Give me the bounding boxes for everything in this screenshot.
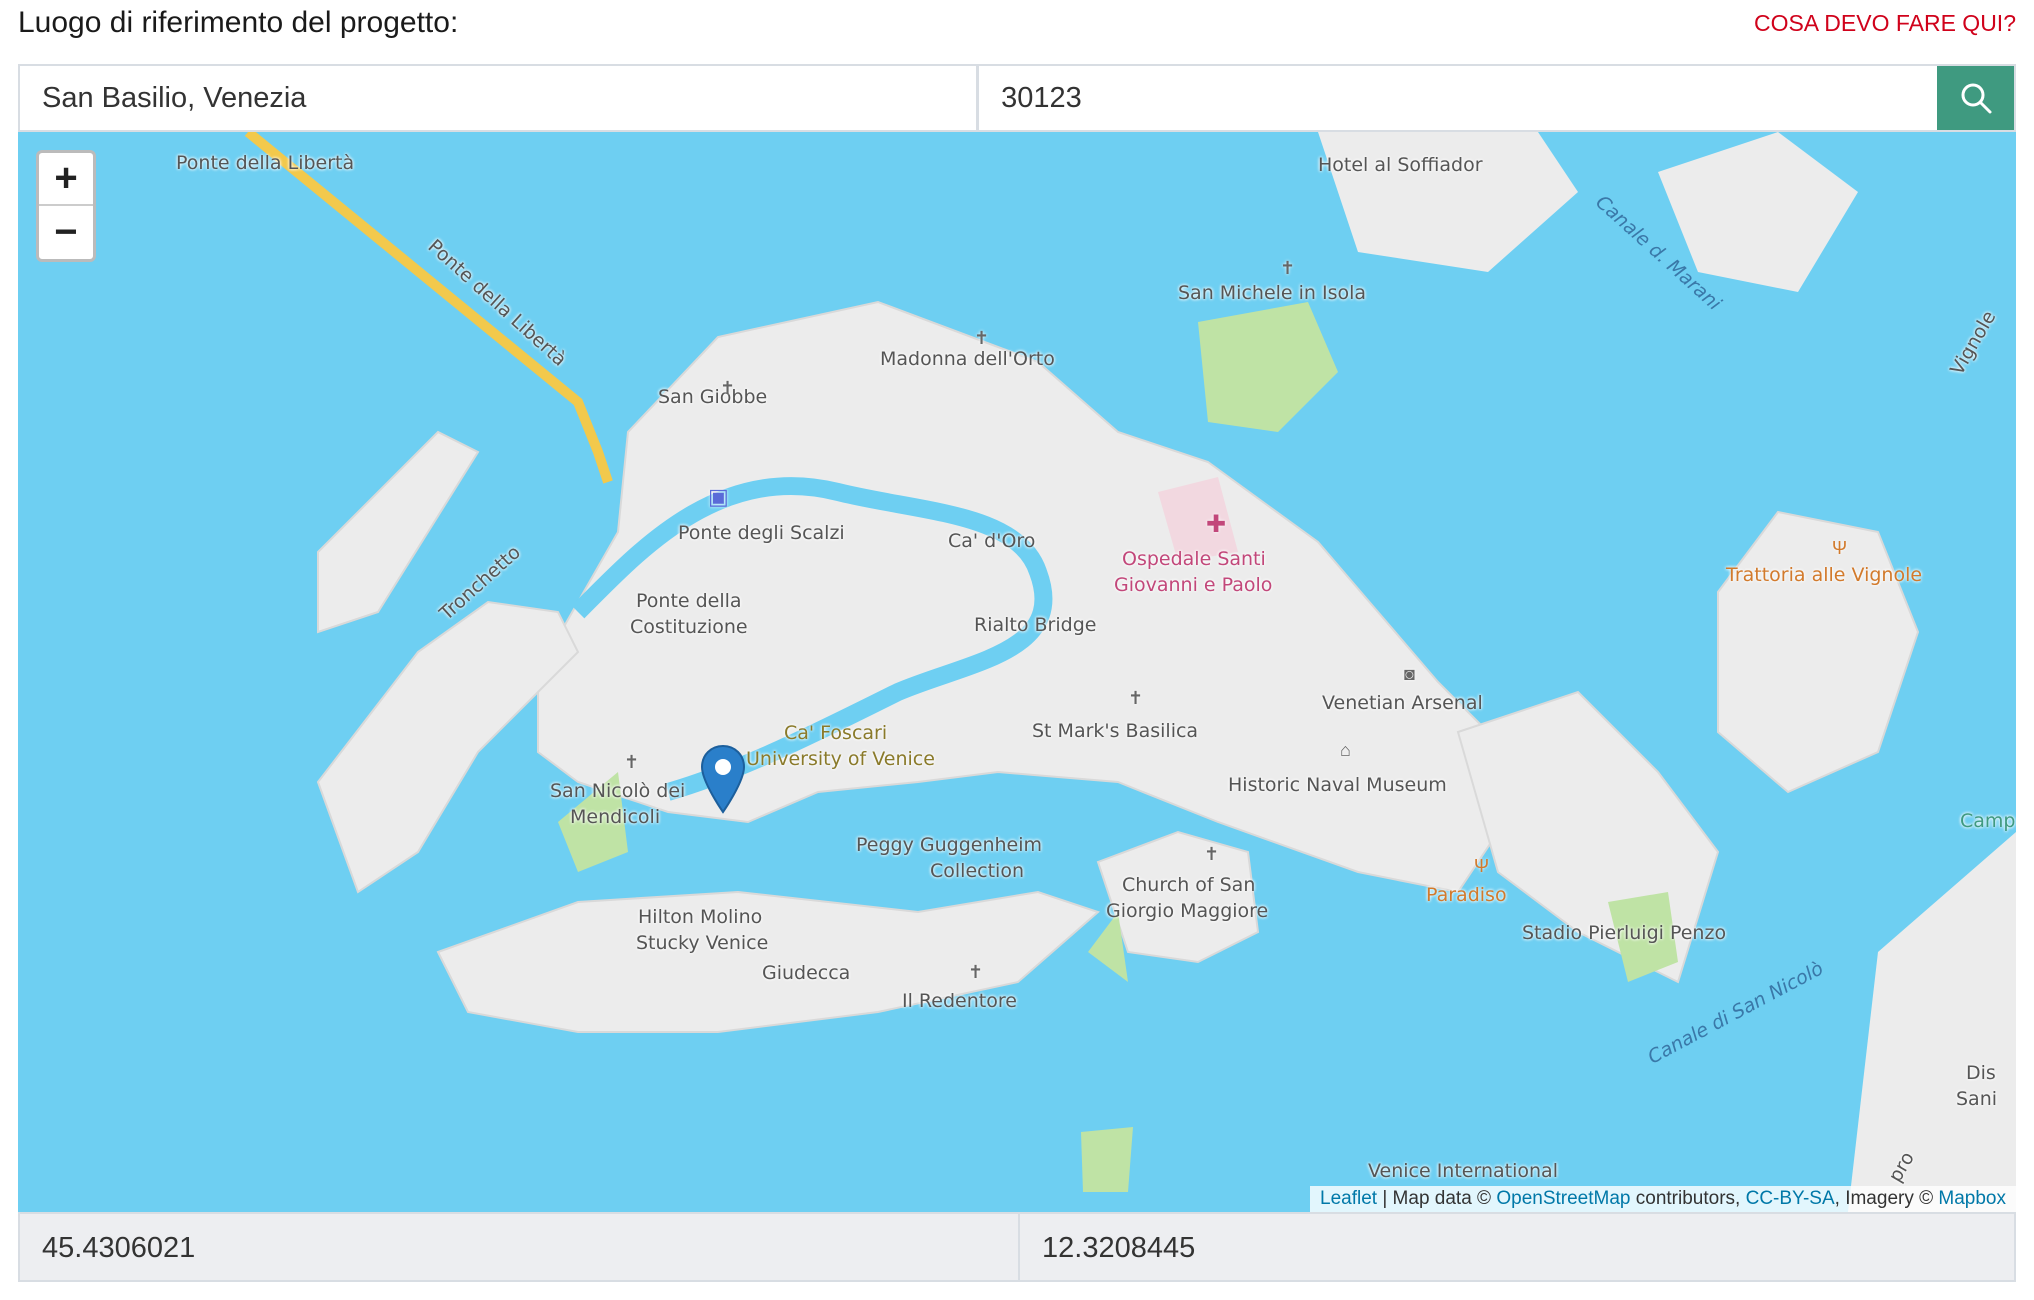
map-label: Hotel al Soffiador	[1318, 154, 1483, 176]
map-label: Il Redentore	[902, 990, 1017, 1012]
map-label: Giovanni e Paolo	[1114, 574, 1273, 596]
train-station-icon: ▣	[708, 484, 729, 509]
zip-code-input[interactable]	[979, 66, 1938, 130]
help-link[interactable]: COSA DEVO FARE QUI?	[1754, 10, 2016, 37]
church-icon: ✝	[1128, 688, 1144, 708]
map-label: Church of San	[1122, 874, 1256, 896]
map-label: San Nicolò dei	[550, 780, 686, 802]
map-label: Ponte della Libertà	[176, 152, 355, 174]
openstreetmap-link[interactable]: OpenStreetMap	[1496, 1188, 1630, 1209]
attribution-text: , Imagery ©	[1834, 1188, 1939, 1209]
latitude-field: 45.4306021	[20, 1214, 1020, 1280]
church-icon: ✝	[1280, 258, 1296, 278]
location-marker[interactable]	[700, 744, 746, 819]
map-label: Sani	[1956, 1088, 1998, 1110]
restaurant-icon: Ψ	[1832, 538, 1848, 558]
location-search-bar	[18, 64, 2016, 132]
zoom-control: + −	[36, 150, 96, 262]
map-label: Ca' Foscari	[784, 722, 888, 744]
map-label: Ospedale Santi	[1122, 548, 1266, 570]
map-label: Peggy Guggenheim	[856, 834, 1043, 856]
map-label: Historic Naval Museum	[1228, 774, 1447, 796]
hospital-icon: ✚	[1206, 511, 1227, 538]
map-label: Costituzione	[630, 616, 748, 638]
map-label: Venice International	[1368, 1160, 1558, 1182]
map-label: Trattoria alle Vignole	[1726, 564, 1923, 586]
page-title: Luogo di riferimento del progetto:	[18, 6, 459, 39]
church-icon: ✝	[624, 752, 640, 772]
map-label: Stadio Pierluigi Penzo	[1522, 922, 1727, 944]
header: Luogo di riferimento del progetto: COSA …	[0, 0, 2034, 62]
map-label: Madonna dell'Orto	[880, 348, 1055, 370]
map-label: Giudecca	[762, 962, 851, 984]
map-label: University of Venice	[746, 748, 935, 770]
restaurant-icon: Ψ	[1474, 856, 1490, 876]
map-label: Mendicoli	[570, 806, 661, 828]
map-label: Ponte degli Scalzi	[678, 522, 845, 544]
map-label: Collection	[930, 860, 1024, 882]
map-label: Stucky Venice	[636, 932, 769, 954]
longitude-field: 12.3208445	[1020, 1214, 2014, 1280]
map-label: Giorgio Maggiore	[1106, 900, 1269, 922]
coordinates-bar: 45.4306021 12.3208445	[18, 1212, 2016, 1282]
cc-by-sa-link[interactable]: CC-BY-SA	[1746, 1188, 1835, 1209]
mapbox-link[interactable]: Mapbox	[1938, 1188, 2006, 1209]
map-view[interactable]: + − Ponte della Libertà Ponte della Libe…	[18, 132, 2016, 1212]
address-input[interactable]	[20, 66, 980, 130]
leaflet-link[interactable]: Leaflet	[1320, 1188, 1377, 1209]
zoom-out-button[interactable]: −	[39, 206, 93, 259]
attribution-text: contributors,	[1630, 1188, 1746, 1209]
search-button[interactable]	[1937, 66, 2014, 130]
map-pin-icon	[700, 744, 746, 814]
camera-icon: ◙	[1404, 664, 1415, 684]
search-icon	[1961, 83, 1992, 114]
church-icon: ✝	[968, 962, 984, 982]
map-label: Venetian Arsenal	[1322, 692, 1483, 714]
map-label: Paradiso	[1426, 884, 1507, 906]
map-label: San Giobbe	[658, 386, 768, 408]
attribution-text: | Map data ©	[1377, 1188, 1497, 1209]
map-label: San Michele in Isola	[1178, 282, 1367, 304]
zoom-in-button[interactable]: +	[39, 153, 93, 206]
map-attribution: Leaflet | Map data © OpenStreetMap contr…	[1310, 1186, 2016, 1212]
map-label: Ponte della	[636, 590, 742, 612]
map-label: Camp	[1960, 810, 2016, 832]
church-icon: ✝	[1204, 844, 1220, 864]
church-icon: ✝	[720, 378, 736, 398]
map-label: Ca' d'Oro	[948, 530, 1036, 552]
museum-icon: ⌂	[1340, 740, 1351, 760]
map-label: St Mark's Basilica	[1032, 720, 1199, 742]
church-icon: ✝	[974, 328, 990, 348]
map-label: Rialto Bridge	[974, 614, 1097, 636]
map-label: Dis	[1966, 1062, 1996, 1084]
map-label: Hilton Molino	[638, 906, 763, 928]
